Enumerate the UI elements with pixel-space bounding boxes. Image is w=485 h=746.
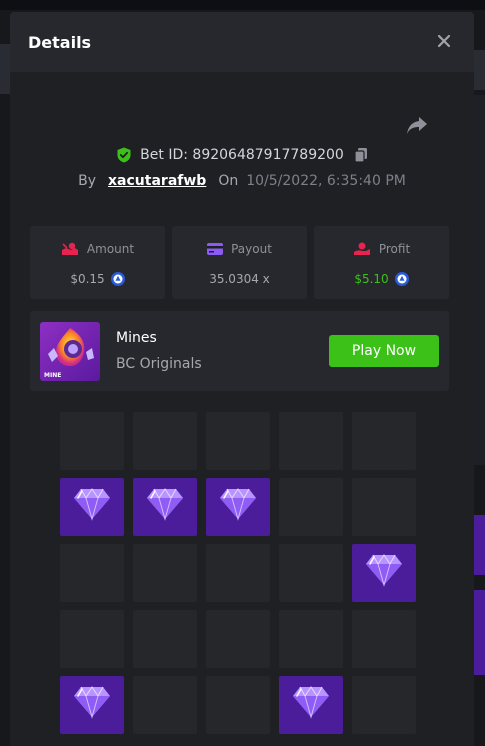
payout-value: 35.0304 x: [209, 272, 270, 286]
mines-game-logo-icon: MINE: [40, 322, 100, 381]
payout-icon: [207, 243, 224, 255]
amount-label: Amount: [86, 242, 135, 256]
backdrop-strip: [0, 0, 485, 10]
payout-value-row: 35.0304 x: [172, 271, 307, 287]
modal-title: Details: [28, 33, 92, 52]
mine-tile: [279, 478, 343, 536]
diamond-icon: [74, 488, 110, 521]
on-label: On: [218, 173, 239, 189]
mine-tile: [133, 412, 197, 470]
amount-stat-header: Amount: [30, 241, 165, 257]
mine-tile: [352, 676, 416, 734]
mine-tile: [206, 676, 270, 734]
payout-label: Payout: [231, 242, 272, 256]
modal-header: Details: [10, 12, 474, 72]
mine-tile: [279, 412, 343, 470]
by-label: By: [78, 173, 97, 189]
play-now-button[interactable]: Play Now: [329, 335, 439, 367]
diamond-icon: [74, 686, 110, 719]
shield-check-icon: [117, 147, 131, 163]
amount-value-row: $0.15: [30, 271, 165, 287]
bet-stats: Amount $0.15 Payout 35.0304 x Profit $5.…: [30, 226, 449, 299]
close-icon: [437, 34, 451, 48]
profit-value: $5.10: [354, 272, 389, 286]
amount-stat: Amount $0.15: [30, 226, 165, 299]
coin-icon: [110, 272, 125, 286]
profit-stat-header: Profit: [314, 241, 449, 257]
mine-tile-gem: [206, 478, 270, 536]
mine-tile: [352, 610, 416, 668]
mine-tile-gem: [60, 478, 124, 536]
game-name: Mines: [116, 330, 157, 346]
diamond-icon: [147, 488, 183, 521]
game-card: MINE Mines BC Originals Play Now: [30, 311, 449, 391]
mine-tile: [206, 610, 270, 668]
mine-tile-gem: [60, 676, 124, 734]
diamond-icon: [220, 488, 256, 521]
mine-tile: [352, 478, 416, 536]
mine-tile: [133, 544, 197, 602]
mine-tile-gem: [279, 676, 343, 734]
profit-icon: [353, 242, 370, 255]
close-button[interactable]: [434, 31, 454, 51]
profit-value-row: $5.10: [314, 271, 449, 287]
username-link[interactable]: xacutarafwb: [108, 173, 206, 189]
mine-tile: [279, 610, 343, 668]
mine-tile: [133, 676, 197, 734]
mine-tile: [206, 544, 270, 602]
bet-datetime: 10/5/2022, 6:35:40 PM: [246, 173, 406, 189]
mine-tile: [133, 610, 197, 668]
share-icon: [407, 117, 427, 134]
profit-label: Profit: [378, 242, 411, 256]
coin-icon: [394, 272, 409, 286]
mine-tile: [60, 412, 124, 470]
mines-grid: [60, 412, 417, 746]
mine-tile-gem: [133, 478, 197, 536]
diamond-icon: [366, 554, 402, 587]
amount-icon: [61, 242, 78, 255]
game-provider: BC Originals: [116, 356, 202, 372]
bet-id-row: Bet ID: 89206487917789200: [10, 145, 474, 165]
bet-id-text: Bet ID: 89206487917789200: [140, 147, 344, 163]
mine-tile: [279, 544, 343, 602]
game-thumb-label: MINE: [44, 372, 61, 379]
mine-tile-gem: [352, 544, 416, 602]
copy-icon[interactable]: [354, 147, 368, 163]
diamond-icon: [293, 686, 329, 719]
profit-stat: Profit $5.10: [314, 226, 449, 299]
mine-tile: [60, 610, 124, 668]
mine-tile: [60, 544, 124, 602]
game-thumbnail[interactable]: MINE: [40, 322, 100, 381]
share-button[interactable]: [406, 114, 428, 136]
bet-author-row: By xacutarafwb On 10/5/2022, 6:35:40 PM: [10, 171, 474, 191]
payout-stat: Payout 35.0304 x: [172, 226, 307, 299]
mine-tile: [206, 412, 270, 470]
payout-stat-header: Payout: [172, 241, 307, 257]
amount-value: $0.15: [70, 272, 105, 286]
details-modal: Details Bet ID: 89206487917789200 By xac…: [10, 12, 474, 746]
mine-tile: [352, 412, 416, 470]
